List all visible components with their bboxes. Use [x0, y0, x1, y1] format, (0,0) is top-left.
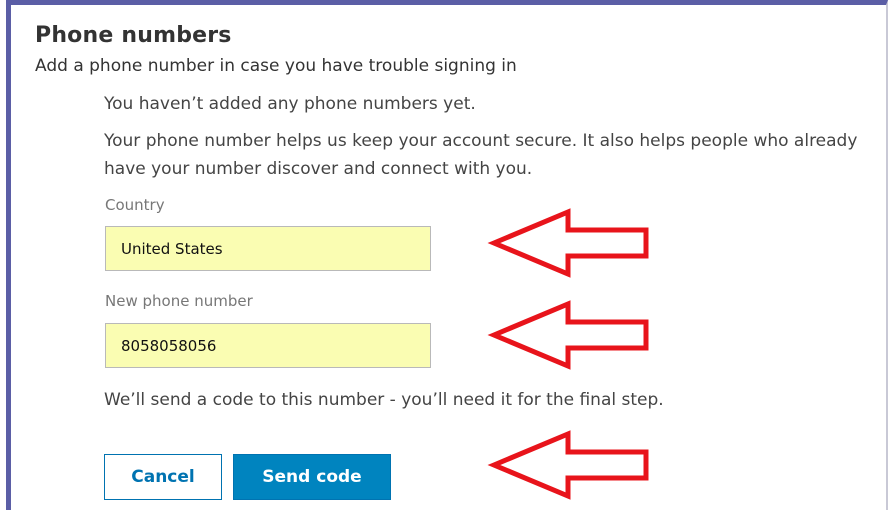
- section-title: Phone numbers: [35, 23, 232, 48]
- cancel-button[interactable]: Cancel: [104, 454, 222, 500]
- phone-number-input[interactable]: 8058058056: [105, 323, 431, 368]
- left-arrow-icon: [487, 208, 649, 278]
- empty-state-message: You haven’t added any phone numbers yet.: [104, 94, 476, 114]
- verification-notice: We’ll send a code to this number - you’l…: [104, 390, 664, 410]
- phone-number-value: 8058058056: [121, 336, 217, 355]
- phone-numbers-panel: Phone numbers Add a phone number in case…: [6, 0, 888, 510]
- section-subtitle: Add a phone number in case you have trou…: [35, 56, 517, 76]
- help-message: Your phone number helps us keep your acc…: [104, 131, 858, 179]
- country-label: Country: [105, 196, 165, 214]
- left-arrow-icon: [487, 300, 649, 370]
- phone-label: New phone number: [105, 292, 253, 310]
- left-arrow-icon: [487, 430, 649, 500]
- country-value: United States: [121, 239, 223, 258]
- send-code-button[interactable]: Send code: [233, 454, 391, 500]
- country-select[interactable]: United States: [105, 226, 431, 271]
